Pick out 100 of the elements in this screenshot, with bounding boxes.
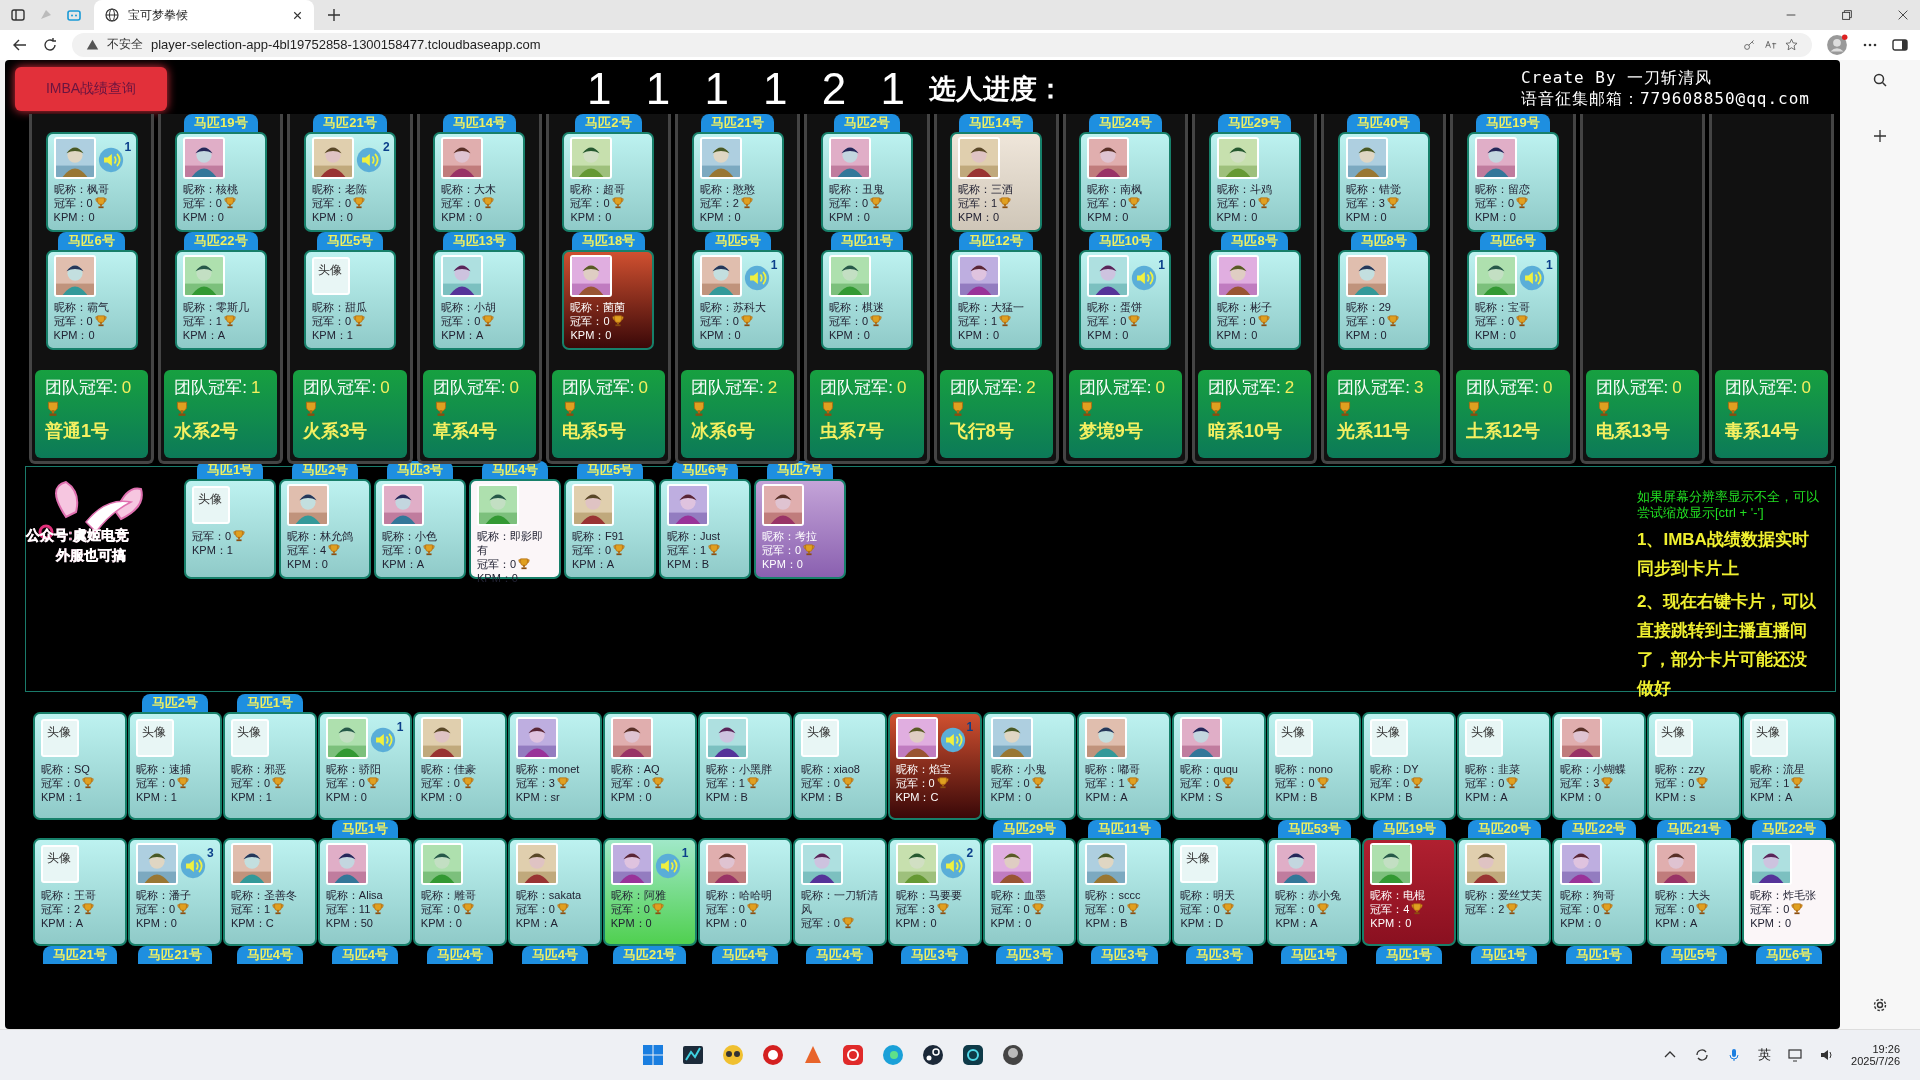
player-card[interactable]: 昵称：爱丝艾芙 冠军：2	[1457, 837, 1552, 946]
player-card[interactable]: 昵称：丑鬼 冠军：0 KPM：0	[820, 131, 913, 232]
player-card[interactable]: 1 昵称：宝哥 冠军：0 KPM：0	[1466, 249, 1559, 350]
player-card[interactable]: 昵称：一刀斩清风 冠军：0	[792, 837, 887, 946]
player-card[interactable]: 昵称：Just 冠军：1 KPM：B	[659, 478, 751, 579]
restore-icon[interactable]	[1840, 8, 1854, 22]
player-card[interactable]: 头像 昵称：nono 冠军：0 KPM：B	[1267, 711, 1362, 820]
player-card[interactable]: 昵称：三酒 冠军：1 KPM：0	[950, 131, 1043, 232]
player-card[interactable]: 昵称：雕哥 冠军：0 KPM：0	[412, 837, 507, 946]
broken-avatar: 头像	[800, 718, 839, 757]
player-card[interactable]: 昵称：赤小兔 冠军：0 KPM：A	[1267, 837, 1362, 946]
browser-icon[interactable]	[881, 1043, 906, 1067]
player-card[interactable]: 昵称：狗哥 冠军：0 KPM：0	[1552, 837, 1647, 946]
player-card[interactable]: 昵称：Alisa 冠军：11 KPM：50	[317, 837, 412, 946]
player-card[interactable]: 昵称：核桃 冠军：0 KPM：0	[174, 131, 267, 232]
refresh-icon[interactable]	[42, 37, 58, 53]
player-card[interactable]: 昵称：小胡 冠军：0 KPM：A	[433, 249, 526, 350]
app-icon[interactable]	[921, 1043, 946, 1067]
settings-icon[interactable]	[1872, 997, 1888, 1014]
player-card[interactable]: 头像 昵称：SQ 冠军：0 KPM：1	[33, 711, 127, 820]
player-card[interactable]: 1 昵称：枫哥 冠军：0 KPM：0	[45, 131, 138, 232]
player-card[interactable]: 昵称：零斯几 冠军：1 KPM：A	[174, 249, 267, 350]
back-icon[interactable]	[12, 37, 28, 53]
player-card[interactable]: 昵称：ququ 冠军：0 KPM：S	[1172, 711, 1267, 820]
sidebar-icon[interactable]	[10, 7, 26, 23]
player-card[interactable]: 头像 昵称：zzy 冠军：0 KPM：s	[1647, 711, 1742, 820]
windows-icon[interactable]	[641, 1043, 666, 1067]
player-card[interactable]: 昵称：佳豪 冠军：0 KPM：0	[412, 711, 507, 820]
player-card[interactable]: 1 昵称：骄阳 冠军：0 KPM：0	[317, 711, 412, 820]
player-card[interactable]: 头像 昵称：明天 冠军：0 KPM：D	[1172, 837, 1267, 946]
add-icon[interactable]	[1872, 127, 1888, 144]
player-card[interactable]: 昵称：sakata 冠军：0 KPM：A	[507, 837, 602, 946]
player-card[interactable]: 昵称：嘟哥 冠军：1 KPM：A	[1077, 711, 1172, 820]
player-card[interactable]: 昵称：小蝴蝶 冠军：3 KPM：0	[1552, 711, 1647, 820]
app-icon[interactable]	[681, 1043, 706, 1067]
clock-date[interactable]: 2025/7/26	[1851, 1055, 1900, 1067]
player-card[interactable]: 1 昵称：蛋饼 冠军：0 KPM：0	[1079, 249, 1172, 350]
player-card[interactable]: 2 昵称：老陈 冠军：0 KPM：0	[304, 131, 397, 232]
player-card[interactable]: 昵称：电棍 冠军：4 KPM：0	[1362, 837, 1457, 946]
champion-count: 冠军：2	[41, 901, 81, 916]
player-card[interactable]: 昵称：超哥 冠军：0 KPM：0	[562, 131, 655, 232]
key-icon[interactable]	[1743, 38, 1756, 52]
player-card[interactable]: 昵称：憨憨 冠军：2 KPM：0	[691, 131, 784, 232]
player-card[interactable]: 昵称：考拉 冠军：0 KPM：0	[754, 478, 846, 579]
player-card[interactable]: 昵称：sccc 冠军：0 KPM：B	[1077, 837, 1172, 946]
player-card[interactable]: 昵称：F91 冠军：0 KPM：A	[564, 478, 656, 579]
new-tab-icon[interactable]	[326, 7, 342, 23]
player-card[interactable]: 昵称：彬子 冠军：0 KPM：0	[1208, 249, 1301, 350]
player-card[interactable]: 昵称：菌菌 冠军：0 KPM：0	[562, 249, 655, 350]
browser-tab[interactable]: 宝可梦拳候	[94, 0, 314, 30]
player-card[interactable]: 昵称：29 冠军：0 KPM：0	[1337, 249, 1430, 350]
sync-icon[interactable]	[1694, 1047, 1711, 1063]
player-card[interactable]: 昵称：大猛一 冠军：1 KPM：0	[950, 249, 1043, 350]
player-card[interactable]: 昵称：圣善冬 冠军：1 KPM：C	[222, 837, 317, 946]
sidebar-icon[interactable]	[1892, 37, 1908, 53]
player-card[interactable]: 昵称：棋迷 冠军：0 KPM：0	[820, 249, 913, 350]
address-field[interactable]: 不安全 player-selection-app-4bl19752858-1300158477.tcloudbaseapp.com	[72, 33, 1812, 57]
player-card[interactable]: 昵称：血墨 冠军：0 KPM：0	[982, 837, 1077, 946]
player-card[interactable]: 昵称：monet 冠军：3 KPM：sr	[507, 711, 602, 820]
player-card[interactable]: 昵称：AQ 冠军：0 KPM：0	[602, 711, 697, 820]
player-card[interactable]: 昵称：错觉 冠军：3 KPM：0	[1337, 131, 1430, 232]
monitor-icon[interactable]	[1787, 1047, 1804, 1063]
search-icon[interactable]	[1872, 71, 1888, 88]
champion-count: 冠军：11	[325, 901, 371, 916]
player-card[interactable]: 昵称：炸毛张 冠军：0 KPM：0	[1742, 837, 1837, 946]
player-card[interactable]: 昵称：南枫 冠军：0 KPM：0	[1079, 131, 1172, 232]
player-card[interactable]: 头像 昵称：流星 冠军：1 KPM：A	[1742, 711, 1837, 820]
player-card[interactable]: 昵称：留恋 冠军：0 KPM：0	[1466, 131, 1559, 232]
translate-icon[interactable]	[1764, 38, 1777, 52]
star-icon[interactable]	[1785, 38, 1798, 52]
app-icon[interactable]	[961, 1043, 986, 1067]
player-card[interactable]: 昵称：林允鸽 冠军：4 KPM：0	[279, 478, 371, 579]
player-card[interactable]: 2 昵称：马要要 冠军：3 KPM：0	[887, 837, 982, 946]
player-card[interactable]: 1 昵称：阿雅 冠军：0 KPM：0	[602, 837, 697, 946]
player-card[interactable]: 1 昵称：焰宝 冠军：0 KPM：C	[887, 711, 982, 820]
player-card[interactable]: 昵称：小黑胖 冠军：1 KPM：B	[697, 711, 792, 820]
player-card[interactable]: 昵称：哈哈明 冠军：0 KPM：0	[697, 837, 792, 946]
player-card[interactable]: 昵称：大木 冠军：0 KPM：0	[433, 131, 526, 232]
player-card[interactable]: 昵称：小鬼 冠军：0 KPM：0	[982, 711, 1077, 820]
player-card[interactable]: 头像 昵称：韭菜 冠军：0 KPM：A	[1457, 711, 1552, 820]
app-icon[interactable]	[721, 1043, 746, 1067]
clock-time[interactable]: 19:26	[1872, 1043, 1900, 1055]
player-card[interactable]: 头像 昵称：王哥 冠军：2 KPM：A	[33, 837, 127, 946]
player-card[interactable]: 昵称：大头 冠军：0 KPM：A	[1647, 837, 1742, 946]
champion-count: 冠军：0	[570, 313, 610, 328]
input-method[interactable]: 英	[1758, 1046, 1772, 1064]
player-card[interactable]: 头像 冠军：0 KPM：1	[184, 478, 276, 579]
player-card[interactable]: 头像 昵称：甜瓜 冠军：0 KPM：1	[304, 249, 397, 350]
player-card[interactable]: 昵称：霸气 冠军：0 KPM：0	[45, 249, 138, 350]
player-card[interactable]: 昵称：小色 冠军：0 KPM：A	[374, 478, 466, 579]
player-card[interactable]: 昵称：斗鸡 冠军：0 KPM：0	[1208, 131, 1301, 232]
player-card[interactable]: 头像 昵称：速捕 冠军：0 KPM：1	[127, 711, 222, 820]
close-icon[interactable]	[1896, 8, 1910, 22]
player-card[interactable]: 头像 昵称：DY 冠军：0 KPM：B	[1362, 711, 1457, 820]
player-card[interactable]: 1 昵称：苏科大 冠军：0 KPM：0	[691, 249, 784, 350]
player-card[interactable]: 3 昵称：潘子 冠军：0 KPM：0	[127, 837, 222, 946]
player-card[interactable]: 头像 昵称：xiao8 冠军：0 KPM：B	[792, 711, 887, 820]
player-card[interactable]: 头像 昵称：邪恶 冠军：0 KPM：1	[222, 711, 317, 820]
app-icon[interactable]	[1001, 1043, 1026, 1067]
profile-icon[interactable]	[1826, 34, 1848, 56]
